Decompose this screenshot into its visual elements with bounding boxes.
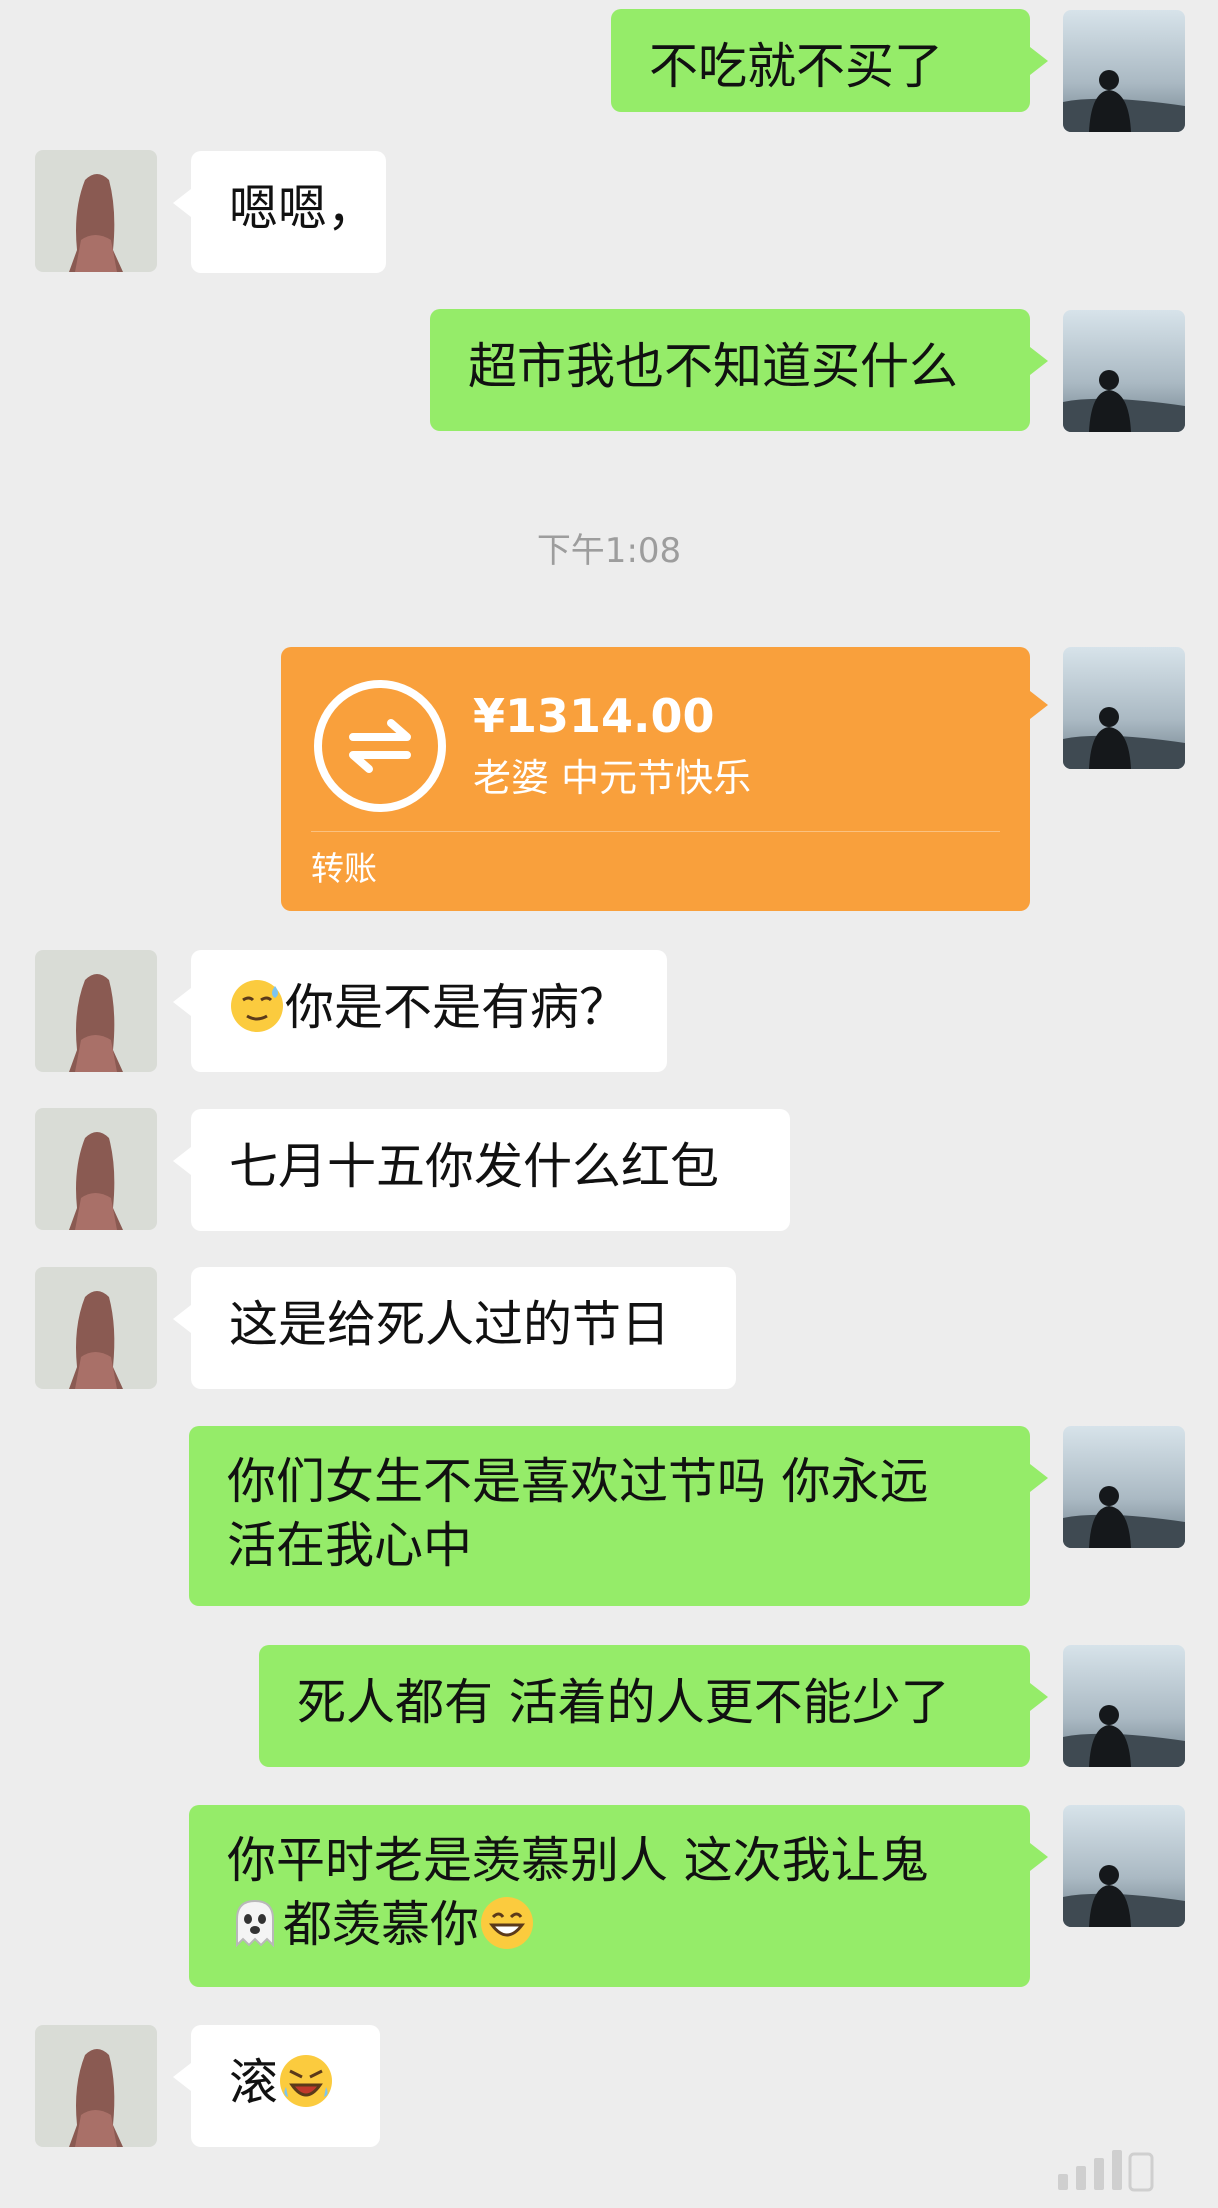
message-bubble-received[interactable]: 嗯嗯， [173, 151, 386, 273]
contact-avatar[interactable] [35, 2025, 157, 2147]
transfer-amount: ¥1314.00 [473, 689, 715, 743]
contact-avatar[interactable] [35, 150, 157, 272]
message-text: 死人都有 活着的人更不能少了 [297, 1674, 950, 1731]
grin-emoji [479, 1895, 535, 1951]
message-text: 七月十五你发什么红包 [229, 1138, 720, 1195]
transfer-divider [311, 831, 1000, 832]
avatar-image [1063, 10, 1185, 132]
avatar-image [1063, 1645, 1185, 1767]
message-bubble-sent[interactable]: 你们女生不是喜欢过节吗 你永远 活在我心中 [189, 1426, 1048, 1606]
message-text-line: 活在我心中 [227, 1517, 473, 1574]
message-bubble-received[interactable]: 这是给死人过的节日 [173, 1267, 736, 1389]
angry-laugh-emoji [278, 2053, 334, 2109]
message-text: 超市我也不知道买什么 [468, 338, 959, 395]
message-bubble-received[interactable]: 七月十五你发什么红包 [173, 1109, 790, 1231]
transfer-note: 老婆 中元节快乐 [473, 756, 752, 800]
avatar-image [35, 1267, 157, 1389]
avatar-image [35, 2025, 157, 2147]
sweat-smile-emoji [229, 978, 285, 1034]
message-bubble-sent[interactable]: 死人都有 活着的人更不能少了 [259, 1645, 1048, 1767]
timestamp-divider: 下午1:08 [536, 531, 682, 571]
contact-avatar[interactable] [35, 950, 157, 1072]
message-text: 这是给死人过的节日 [229, 1296, 671, 1353]
message-text: 滚 [229, 2054, 279, 2111]
message-text: 嗯嗯， [229, 180, 377, 237]
message-text-line: 你平时老是羡慕别人 这次我让鬼 [227, 1832, 929, 1889]
transfer-arrows-icon [314, 680, 446, 812]
avatar-image [1063, 1805, 1185, 1927]
message-bubble-sent[interactable]: 你平时老是羡慕别人 这次我让鬼 都羡慕你 [189, 1805, 1048, 1987]
message-text-line: 你们女生不是喜欢过节吗 你永远 [227, 1453, 929, 1510]
avatar-image [35, 1108, 157, 1230]
my-avatar[interactable] [1063, 1805, 1185, 1927]
avatar-image [35, 150, 157, 272]
message-bubble-sent[interactable]: 超市我也不知道买什么 [430, 309, 1048, 431]
message-text: 都羡慕你 [283, 1896, 480, 1953]
contact-avatar[interactable] [35, 1108, 157, 1230]
message-text: 你是不是有病？ [285, 979, 629, 1036]
avatar-image [1063, 647, 1185, 769]
message-text-line-with-emoji: 都羡慕你 [227, 1893, 992, 1957]
transfer-label: 转账 [311, 849, 377, 888]
my-avatar[interactable] [1063, 10, 1185, 132]
my-avatar[interactable] [1063, 647, 1185, 769]
my-avatar[interactable] [1063, 310, 1185, 432]
contact-avatar[interactable] [35, 1267, 157, 1389]
message-bubble-received[interactable]: 你是不是有病？ [173, 950, 667, 1072]
message-bubble-sent[interactable]: 不吃就不买了 [611, 9, 1048, 112]
avatar-image [1063, 1426, 1185, 1548]
my-avatar[interactable] [1063, 1645, 1185, 1767]
avatar-image [1063, 310, 1185, 432]
message-bubble-received[interactable]: 滚 [173, 2025, 380, 2147]
avatar-image [35, 950, 157, 1072]
ghost-emoji [227, 1895, 283, 1951]
transfer-card[interactable]: ¥1314.00 老婆 中元节快乐 转账 [281, 647, 1048, 911]
message-text: 不吃就不买了 [649, 38, 944, 95]
signal-bars-icon [1058, 2150, 1154, 2192]
my-avatar[interactable] [1063, 1426, 1185, 1548]
